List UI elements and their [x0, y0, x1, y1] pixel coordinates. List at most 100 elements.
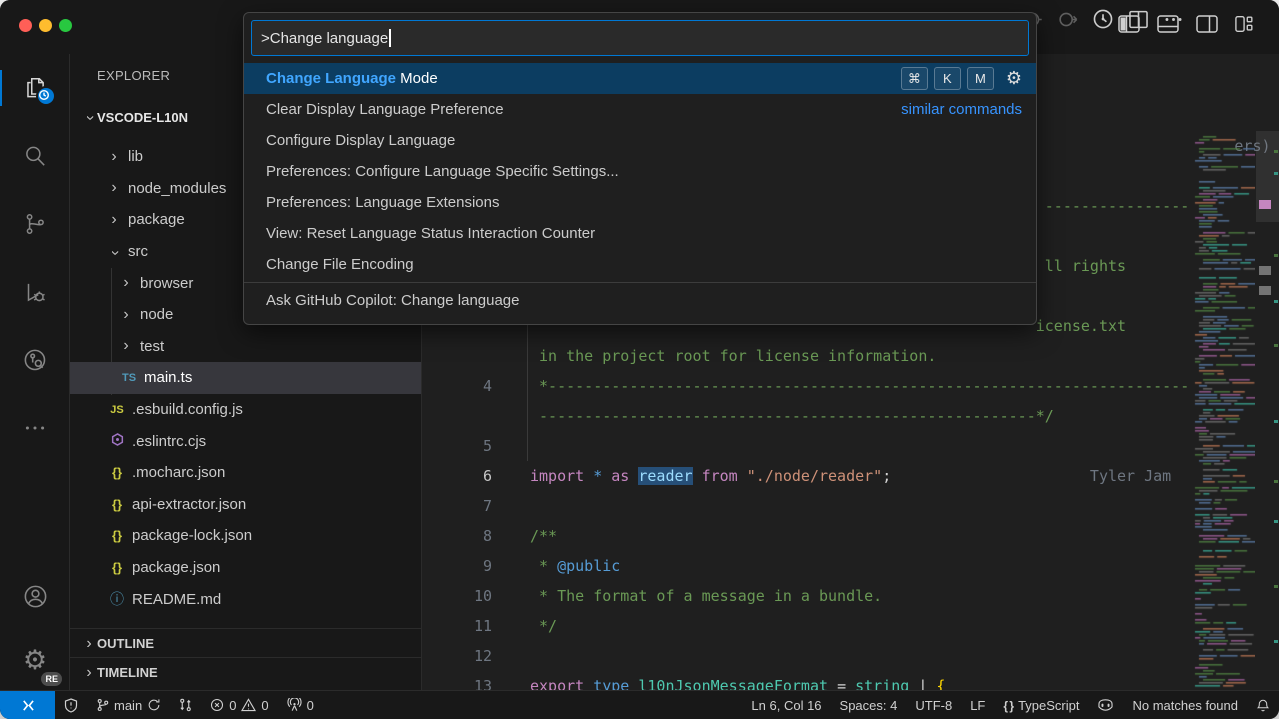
workspace-trust-shield-icon[interactable] — [55, 691, 87, 719]
status-text: LF — [970, 698, 985, 713]
editor-row: 11 */ — [422, 611, 1279, 641]
token: ; — [882, 467, 891, 485]
command-item[interactable]: Preferences: Language Extensions — [244, 187, 1036, 218]
chevron-down-icon: › — [81, 110, 99, 126]
broadcast-icon — [287, 698, 302, 712]
command-palette: >Change language Change Language Mode⌘KM… — [243, 12, 1037, 325]
command-input[interactable]: >Change language — [251, 20, 1029, 56]
json-file-icon: {} — [106, 528, 128, 543]
source-control-icon[interactable] — [0, 200, 70, 248]
tree-item-main-ts[interactable]: TSmain.ts — [70, 362, 422, 394]
git-graph-search-icon[interactable] — [0, 336, 70, 384]
more-views-icon[interactable] — [0, 404, 70, 452]
copilot-icon[interactable] — [1088, 691, 1123, 719]
token: "./node/reader" — [747, 467, 882, 485]
eol[interactable]: LF — [961, 691, 994, 719]
problems[interactable]: 00 — [201, 691, 277, 719]
tree-item-label: node_modules — [128, 180, 226, 197]
ports-forwarded[interactable]: 0 — [278, 691, 323, 719]
braces-icon: { } — [1003, 698, 1013, 713]
indentation[interactable]: Spaces: 4 — [831, 691, 907, 719]
compare-changes-icon[interactable] — [170, 691, 201, 719]
remote-indicator[interactable] — [0, 691, 55, 719]
split-editor-icon[interactable] — [1128, 9, 1149, 30]
status-text: 0 — [261, 698, 268, 713]
tree-item-label: node — [140, 306, 173, 323]
cursor-position[interactable]: Ln 6, Col 16 — [742, 691, 830, 719]
token: string — [855, 677, 918, 690]
overview-ruler-mark — [1274, 254, 1278, 257]
editor-row: 12 — [422, 641, 1279, 671]
timeline-icon[interactable] — [1092, 8, 1114, 30]
configure-keybinding-gear-icon[interactable]: ⚙ — [1006, 68, 1022, 89]
tree-item-test[interactable]: ›test — [70, 331, 422, 363]
settings-gear-icon[interactable]: ⚙RE — [0, 636, 70, 684]
line-number: 8 — [422, 527, 492, 545]
notifications-bell-icon[interactable] — [1247, 691, 1279, 719]
find-status[interactable]: No matches found — [1123, 691, 1247, 719]
list-separator — [244, 282, 1036, 283]
git-branch[interactable]: main — [87, 691, 170, 719]
tree-item-api-extractor-json[interactable]: {}api-extractor.json — [70, 489, 422, 521]
chevron-right-icon: › — [118, 337, 134, 355]
more-actions-icon[interactable] — [1163, 9, 1184, 30]
token: in the project root for license informat… — [539, 347, 936, 365]
editor-row: 5 — [422, 431, 1279, 461]
chevron-right-icon: › — [118, 274, 134, 292]
navigate-forward-icon[interactable] — [1057, 9, 1078, 30]
section-outline[interactable]: ›OUTLINE — [70, 628, 421, 658]
toggle-secondary-sidebar-icon[interactable] — [1196, 15, 1218, 33]
tree-item-readme-md[interactable]: ⓘREADME.md — [70, 583, 422, 615]
javascript-file-icon: JS — [106, 404, 128, 416]
key-chip: M — [967, 67, 994, 90]
line-number: 4 — [422, 377, 492, 395]
section-label: TIMELINE — [97, 665, 158, 680]
line-number: 5 — [422, 437, 492, 455]
text-caret — [389, 29, 391, 47]
status-text: 0 — [229, 698, 236, 713]
command-item[interactable]: Change File Encoding — [244, 249, 1036, 280]
command-item[interactable]: Clear Display Language Preferencesimilar… — [244, 94, 1036, 125]
tree-item-label: package-lock.json — [132, 527, 252, 544]
remote-icon — [20, 699, 35, 712]
overview-ruler-mark — [1274, 520, 1278, 523]
command-item[interactable]: Ask GitHub Copilot: Change language — [244, 285, 1036, 316]
section-timeline[interactable]: ›TIMELINE — [70, 657, 421, 687]
command-item[interactable]: Change Language Mode⌘KM⚙ — [244, 63, 1036, 94]
token: l10nJsonMessageFormat — [638, 677, 837, 690]
customize-layout-icon[interactable] — [1235, 15, 1255, 33]
tree-item-package-json[interactable]: {}package.json — [70, 552, 422, 584]
workspace-root-label: VSCODE-L10N — [97, 110, 188, 125]
explorer-icon[interactable] — [0, 64, 70, 112]
accounts-icon[interactable] — [0, 572, 70, 620]
tree-item--esbuild-config-js[interactable]: JS.esbuild.config.js — [70, 394, 422, 426]
command-label: Configure Display Language — [266, 132, 455, 149]
tree-item-package-lock-json[interactable]: {} package-lock.json — [70, 520, 422, 552]
tree-item--eslintrc-cjs[interactable]: .eslintrc.cjs — [70, 425, 422, 457]
token: import — [530, 467, 593, 485]
command-item[interactable]: View: Reset Language Status Interaction … — [244, 218, 1036, 249]
command-item[interactable]: Preferences: Configure Language Specific… — [244, 156, 1036, 187]
token: { — [936, 677, 945, 690]
tree-item--mocharc-json[interactable]: {}.mocharc.json — [70, 457, 422, 489]
language-mode[interactable]: { }TypeScript — [994, 691, 1088, 719]
minimap[interactable] — [1193, 131, 1255, 690]
compare-icon — [179, 698, 192, 712]
minimize-window-button[interactable] — [39, 19, 52, 32]
editor-row: 10 * The format of a message in a bundle… — [422, 581, 1279, 611]
similar-commands-link[interactable]: similar commands — [901, 101, 1022, 118]
search-icon[interactable] — [0, 132, 70, 180]
encoding[interactable]: UTF-8 — [906, 691, 961, 719]
tree-item-label: main.ts — [144, 369, 192, 386]
chevron-right-icon: › — [81, 635, 97, 653]
chevron-right-icon: › — [81, 664, 97, 682]
command-item[interactable]: Configure Display Language — [244, 125, 1036, 156]
readme-info-icon: ⓘ — [106, 589, 128, 609]
close-window-button[interactable] — [19, 19, 32, 32]
run-debug-icon[interactable] — [0, 268, 70, 316]
key-chip: ⌘ — [901, 67, 928, 90]
token: from — [693, 467, 747, 485]
code-line: */ — [530, 617, 557, 635]
maximize-window-button[interactable] — [59, 19, 72, 32]
overview-ruler-mark — [1259, 200, 1271, 209]
